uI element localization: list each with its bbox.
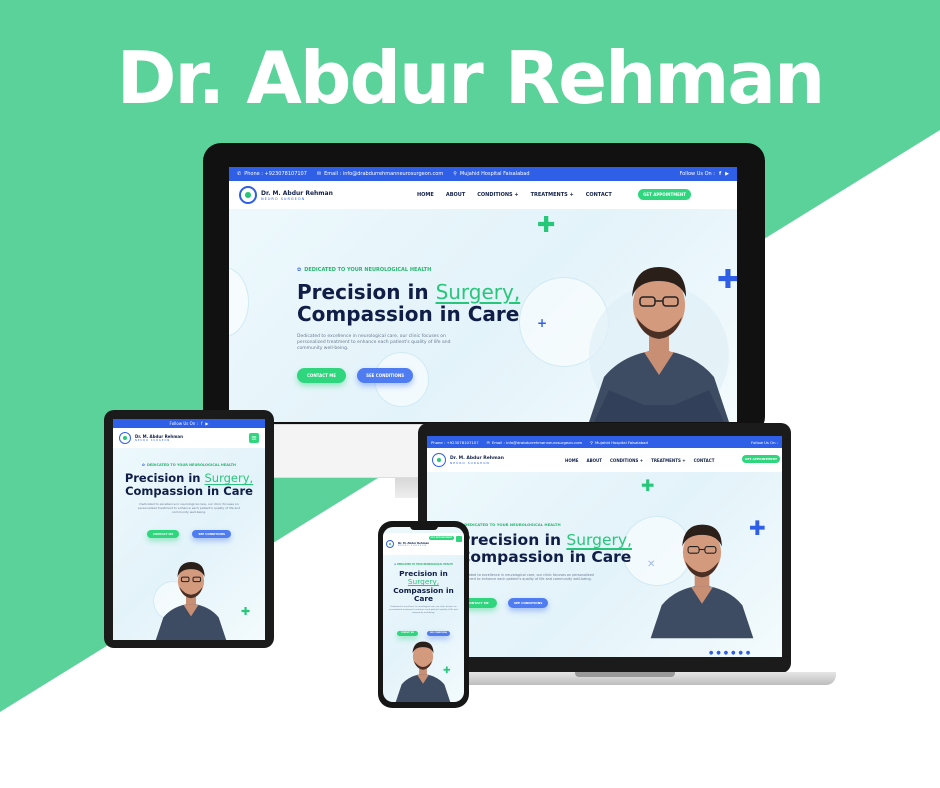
top-info-bar: Follow Us On : f ▶	[113, 419, 265, 428]
logo-icon	[119, 432, 131, 444]
hero-section: ✿ DEDICATED TO YOUR NEUROLOGICAL HEALTH …	[383, 563, 464, 637]
location-icon: ⚲	[453, 171, 457, 177]
hero-description: Dedicated to excellence in neurological …	[389, 606, 458, 614]
hero-section: ✿ DEDICATED TO YOUR NEUROLOGICAL HEALTH …	[459, 522, 679, 608]
appointment-button[interactable]: GET APPOINTMENT	[638, 189, 691, 200]
topbar-address: Mujahid Hospital Faisalabad	[459, 171, 530, 177]
topbar-email[interactable]: Email : info@drabdurrehmanneurosurgeon.c…	[324, 171, 443, 177]
laptop-notch	[575, 672, 675, 677]
youtube-icon[interactable]: ▶	[725, 171, 729, 177]
logo-name: Dr. M. Abdur Rehman	[261, 189, 333, 197]
plus-icon: ✚	[241, 605, 251, 618]
topbar-phone[interactable]: Phone : +923078107107	[244, 171, 307, 177]
logo-icon	[239, 186, 257, 204]
hero-description: Dedicated to excellence in neurological …	[459, 572, 594, 582]
hero-headline: Precision in Surgery, Compassion in Care	[393, 569, 454, 603]
top-info-bar: Phone : +923078107107 ✉ Email : info@dra…	[427, 436, 782, 448]
nav-links: HOME ABOUT CONDITIONS + TREATMENTS + CON…	[565, 457, 715, 463]
see-conditions-button[interactable]: SEE CONDITIONS	[507, 597, 549, 608]
hero-headline: Precision in Surgery, Compassion in Care	[297, 280, 521, 327]
logo[interactable]: Dr. M. Abdur Rehman NEURO SURGEON	[119, 432, 183, 444]
nav-home[interactable]: HOME	[417, 192, 434, 198]
brain-icon: ✿	[297, 267, 302, 273]
logo[interactable]: Dr. M. Abdur Rehman NEURO SURGEON	[239, 186, 333, 204]
doctor-photo	[395, 641, 451, 702]
doctor-photo	[155, 562, 227, 640]
laptop-screen: Phone : +923078107107 ✉ Email : info@dra…	[427, 436, 782, 657]
desktop-screen: ✆ Phone : +923078107107 ✉ Email : info@d…	[229, 167, 737, 422]
logo-subtitle: NEURO SURGEON	[261, 196, 306, 201]
navbar: Dr. M. Abdur Rehman NEURO SURGEON HOME A…	[229, 181, 737, 209]
nav-links: HOME ABOUT CONDITIONS + TREATMENTS + CON…	[417, 181, 612, 209]
menu-button[interactable]: ≡	[249, 433, 259, 443]
appointment-button[interactable]: GET APPOINTMENT	[741, 455, 780, 463]
logo-icon	[386, 540, 394, 548]
nav-contact[interactable]: CONTACT	[586, 192, 612, 198]
contact-me-button[interactable]: CONTACT ME	[147, 529, 180, 538]
facebook-icon[interactable]: f	[201, 421, 202, 426]
brain-icon: ✿	[142, 463, 145, 467]
nav-conditions[interactable]: CONDITIONS +	[477, 192, 518, 198]
hero-headline: Precision in Surgery, Compassion in Care	[124, 471, 254, 498]
nav-treatments[interactable]: TREATMENTS +	[531, 192, 574, 198]
hero-eyebrow: ✿ DEDICATED TO YOUR NEUROLOGICAL HEALTH	[297, 267, 432, 273]
plus-icon: ✚	[641, 476, 655, 495]
hero-section: ✿ DEDICATED TO YOUR NEUROLOGICAL HEALTH …	[113, 463, 265, 539]
nav-about[interactable]: ABOUT	[446, 192, 465, 198]
logo-icon	[432, 453, 446, 467]
top-info-bar: ✆ Phone : +923078107107 ✉ Email : info@d…	[229, 167, 737, 181]
phone-notch	[410, 525, 438, 530]
email-icon: ✉	[486, 439, 490, 445]
hero-description: Dedicated to excellence in neurological …	[137, 501, 241, 514]
carousel-dots[interactable]: ●●●●●●	[709, 650, 753, 656]
logo[interactable]: Dr. M. Abdur Rehman NEURO SURGEON	[386, 540, 429, 548]
see-conditions-button[interactable]: SEE CONDITIONS	[427, 630, 451, 636]
navbar: Dr. M. Abdur Rehman NEURO SURGEON GET AP…	[383, 533, 464, 555]
hero-section: ✿ DEDICATED TO YOUR NEUROLOGICAL HEALTH …	[297, 267, 557, 383]
doctor-photo	[589, 267, 729, 422]
see-conditions-button[interactable]: SEE CONDITIONS	[357, 367, 414, 383]
hero-headline: Precision in Surgery, Compassion in Care	[459, 531, 633, 567]
page-title: Dr. Abdur Rehman	[116, 36, 825, 120]
menu-button[interactable]	[456, 536, 462, 542]
plus-icon: ✚	[537, 213, 556, 238]
logo[interactable]: Dr. M. Abdur Rehman NEURO SURGEON	[432, 453, 504, 467]
youtube-icon[interactable]: ▶	[205, 421, 208, 426]
navbar: Dr. M. Abdur Rehman NEURO SURGEON ≡	[113, 428, 265, 448]
see-conditions-button[interactable]: SEE CONDITIONS	[192, 529, 231, 538]
phone-icon: ✆	[237, 171, 242, 177]
navbar: Dr. M. Abdur Rehman NEURO SURGEON HOME A…	[427, 448, 782, 472]
contact-me-button[interactable]: CONTACT ME	[297, 367, 346, 383]
facebook-icon[interactable]: f	[719, 171, 721, 177]
location-icon: ⚲	[590, 439, 594, 445]
follow-label: Follow Us On :	[679, 171, 715, 177]
hero-description: Dedicated to excellence in neurological …	[297, 333, 451, 351]
doctor-photo	[650, 524, 754, 639]
decor-bubble	[229, 267, 249, 337]
contact-me-button[interactable]: CONTACT ME	[396, 630, 418, 636]
phone-screen: Dr. M. Abdur Rehman NEURO SURGEON GET AP…	[383, 527, 464, 702]
appointment-button[interactable]: GET APPOINTMENT	[428, 536, 454, 540]
email-icon: ✉	[316, 171, 322, 177]
brain-icon: ✿	[394, 563, 397, 566]
tablet-screen: Follow Us On : f ▶ Dr. M. Abdur Rehman N…	[113, 419, 265, 640]
